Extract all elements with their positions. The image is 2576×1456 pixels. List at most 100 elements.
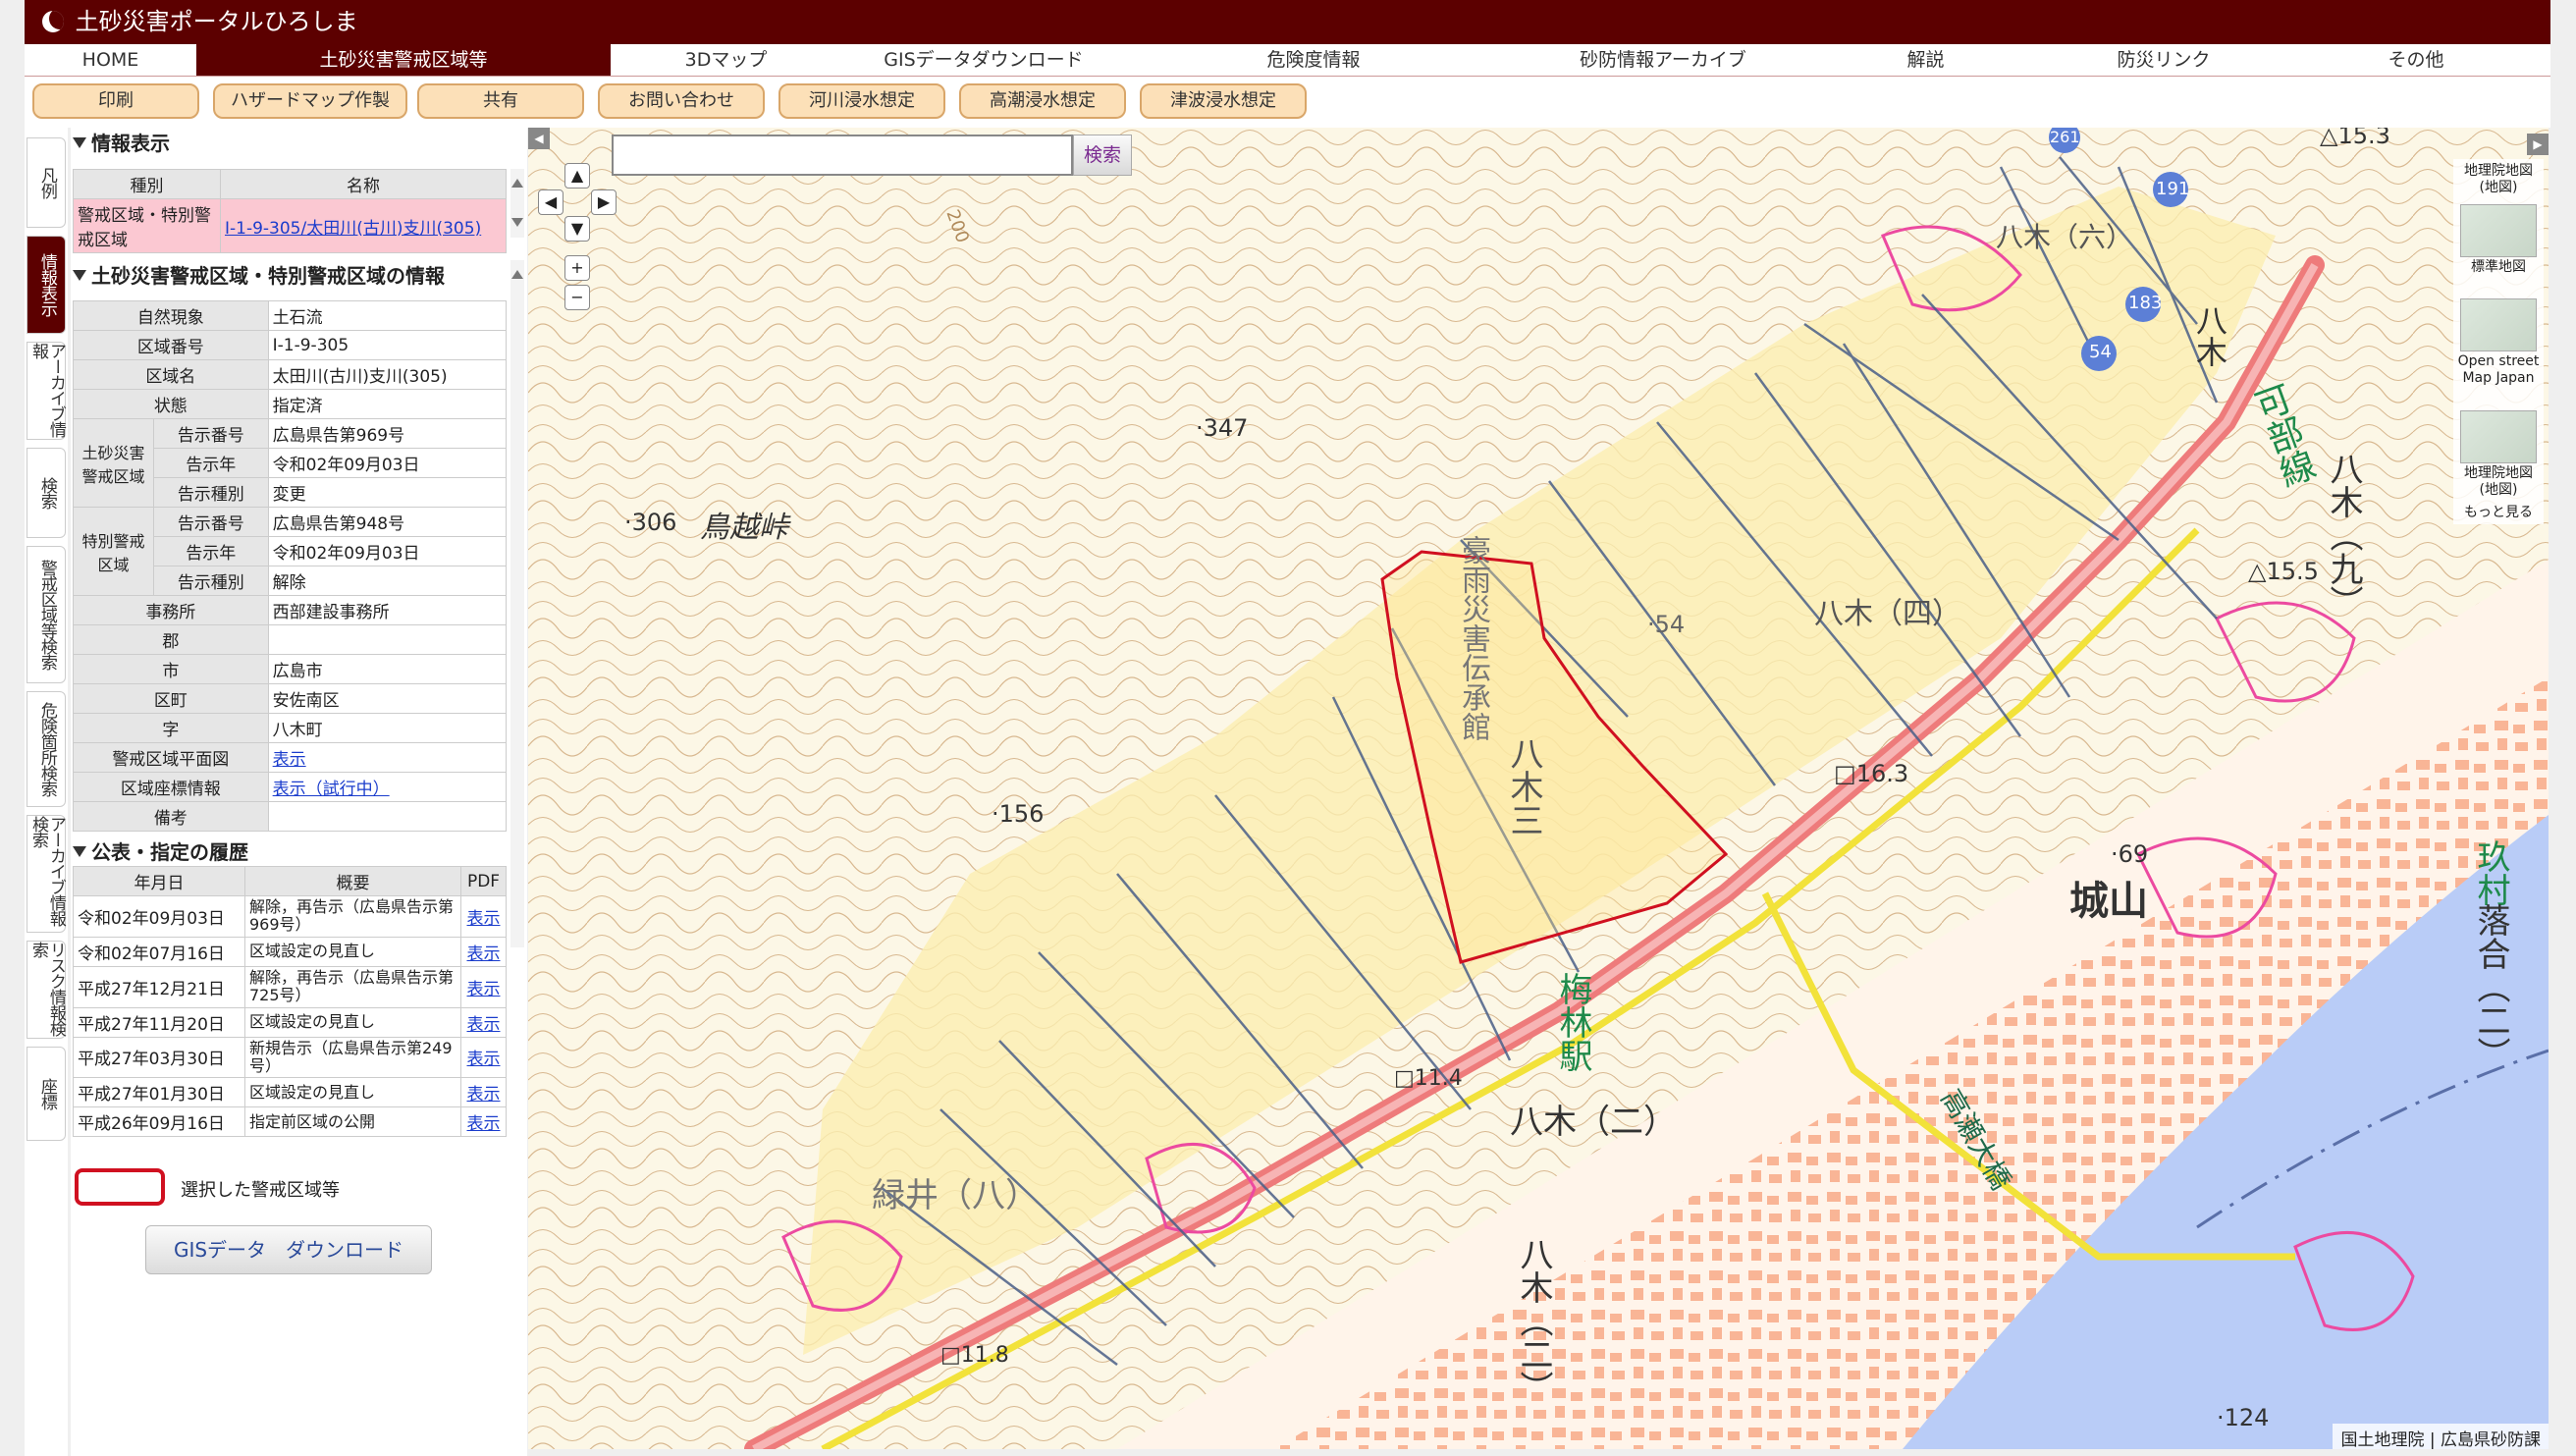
pass-label: 鳥越峠 — [700, 511, 788, 545]
history-pdf-link[interactable]: 表示 — [467, 1114, 501, 1134]
detail-section-title[interactable]: 土砂災害警戒区域・特別警戒区域の情報 — [73, 260, 445, 289]
history-date: 平成27年12月21日 — [73, 965, 245, 1008]
basemap-more[interactable]: もっと見る — [2457, 505, 2540, 521]
scrollbar[interactable] — [510, 169, 524, 238]
tab-archive-info[interactable]: アーカイブ情報 — [27, 342, 66, 440]
selected-area-swatch — [75, 1168, 165, 1206]
nav-gis-download[interactable]: GISデータダウンロード — [841, 44, 1126, 76]
basemap-standard[interactable]: 標準地図 — [2457, 202, 2540, 276]
elevation-306: ·306 — [624, 509, 677, 536]
table-row: 令和02年07月16日 区域設定の見直し 表示 — [73, 936, 507, 967]
history-date: 平成27年03月30日 — [73, 1036, 245, 1079]
table-row: 平成27年01月30日 区域設定の見直し 表示 — [73, 1077, 507, 1108]
route-54-label: 54 — [2089, 342, 2112, 362]
area-midorii-label: 緑井（八） — [872, 1176, 1039, 1215]
history-date: 令和02年09月03日 — [73, 895, 245, 938]
area-name-link[interactable]: Ⅰ-1-9-305/太田川(古川)支川(305) — [225, 219, 481, 239]
area-kumura-label: 玖村 — [2471, 839, 2510, 906]
area-yagi9-label: 八木（九） — [2324, 452, 2363, 619]
pan-up-button[interactable]: ▲ — [564, 163, 590, 189]
tab-coordinates[interactable]: 座標 — [27, 1047, 66, 1141]
history-pdf-link[interactable]: 表示 — [467, 1015, 501, 1035]
history-pdf-link[interactable]: 表示 — [467, 1050, 501, 1069]
plan-link[interactable]: 表示 — [273, 750, 306, 770]
history-pdf-link[interactable]: 表示 — [467, 944, 501, 964]
collapse-basemap-button[interactable]: ▶ — [2527, 134, 2549, 155]
memorial-label: 豪雨災害伝承館 — [1456, 535, 1490, 741]
scrollbar[interactable] — [510, 260, 524, 947]
storm-surge-button[interactable]: 高潮浸水想定 — [959, 83, 1126, 119]
info-section-title[interactable]: 情報表示 — [73, 128, 170, 156]
river-flood-button[interactable]: 河川浸水想定 — [778, 83, 945, 119]
nav-other[interactable]: その他 — [2301, 44, 2531, 76]
tab-info[interactable]: 情報表示 — [27, 236, 66, 334]
hazard-map-button[interactable]: ハザードマップ作製 — [213, 83, 407, 119]
table-row[interactable]: 警戒区域・特別警戒区域 Ⅰ-1-9-305/太田川(古川)支川(305) — [73, 198, 507, 253]
history-pdf-link[interactable]: 表示 — [467, 1085, 501, 1105]
nav-3d-map[interactable]: 3Dマップ — [611, 44, 841, 76]
app-title: 土砂災害ポータルひろしま — [75, 8, 358, 35]
nav-sediment-areas[interactable]: 土砂災害警戒区域等 — [196, 44, 611, 76]
map-view[interactable]: 191 183 54 261 200 鳥越峠 豪雨災害伝承館 梅林駅 城山 高瀬… — [528, 128, 2549, 1449]
pan-left-button[interactable]: ◀ — [538, 189, 564, 215]
table-row: 平成27年03月30日 新規告示（広島県告示第249号） 表示 — [73, 1036, 507, 1079]
page-gutter — [2549, 128, 2576, 1456]
history-section-title[interactable]: 公表・指定の履歴 — [73, 836, 248, 865]
print-button[interactable]: 印刷 — [32, 83, 199, 119]
history-table: 年月日 概要 PDF 令和02年09月03日 解除，再告示（広島県告示第969号） 表示… — [73, 866, 507, 1138]
pan-down-button[interactable]: ▼ — [564, 216, 590, 242]
zoom-in-button[interactable]: + — [564, 255, 590, 281]
collapse-panel-button[interactable]: ◀ — [528, 128, 550, 149]
gis-download-button[interactable]: GISデータ ダウンロード — [145, 1225, 432, 1274]
history-pdf-link[interactable]: 表示 — [467, 909, 501, 929]
tab-risk-search[interactable]: リスク情報検索 — [27, 941, 66, 1039]
history-date: 令和02年07月16日 — [73, 936, 245, 967]
detail-table: 自然現象 土石流 区域番号 Ⅰ-1-9-305 区域名 太田川(古川)支川(305) … — [73, 300, 508, 832]
elevation-11-4: □11.4 — [1394, 1066, 1463, 1091]
basemap-thumbnail — [2460, 410, 2537, 463]
share-button[interactable]: 共有 — [417, 83, 584, 119]
history-pdf-link[interactable]: 表示 — [467, 980, 501, 999]
nav-home[interactable]: HOME — [25, 44, 196, 76]
tsunami-button[interactable]: 津波浸水想定 — [1140, 83, 1307, 119]
station-label: 梅林駅 — [1553, 972, 1592, 1072]
area-yagi-b-label: 八木（二） — [1514, 1237, 1553, 1404]
nav-explanation[interactable]: 解説 — [1825, 44, 2026, 76]
logo-icon — [42, 11, 64, 32]
elevation-54: ·54 — [1647, 611, 1686, 638]
tab-danger-search[interactable]: 危険箇所検索 — [27, 691, 66, 807]
basemap-osm[interactable]: Open street Map Japan — [2457, 297, 2540, 387]
history-date: 平成27年01月30日 — [73, 1077, 245, 1108]
table-row: 令和02年09月03日 解除，再告示（広島県告示第969号） 表示 — [73, 895, 507, 938]
tab-legend[interactable]: 凡例 — [27, 137, 66, 228]
nav-archive[interactable]: 砂防情報アーカイブ — [1501, 44, 1825, 76]
elevation-347: ·347 — [1196, 414, 1249, 442]
pan-right-button[interactable]: ▶ — [591, 189, 617, 215]
elevation-16-3: □16.3 — [1834, 760, 1909, 787]
info-table: 種別 名称 警戒区域・特別警戒区域 Ⅰ-1-9-305/太田川(古川)支川(305) — [73, 169, 507, 253]
selected-area-legend: 選択した警戒区域等 — [181, 1180, 340, 1201]
basemap-gsi[interactable]: 地理院地図(地図) — [2457, 163, 2540, 196]
tab-area-search[interactable]: 警戒区域等検索 — [27, 546, 66, 683]
search-input[interactable] — [612, 135, 1073, 176]
map-attribution[interactable]: 国土地理院 | 広島県砂防課 — [2333, 1424, 2549, 1449]
area-yagi4-label: 八木（四） — [1814, 597, 1961, 631]
nav-links[interactable]: 防災リンク — [2026, 44, 2301, 76]
history-date: 平成26年09月16日 — [73, 1106, 245, 1138]
collapse-icon — [73, 846, 86, 857]
table-row: 平成26年09月16日 指定前区域の公開 表示 — [73, 1106, 507, 1138]
coord-link[interactable]: 表示（試行中） — [273, 780, 390, 799]
zoom-out-button[interactable]: − — [564, 285, 590, 310]
elevation-15-5: △15.5 — [2248, 558, 2319, 585]
history-desc: 解除，再告示（広島県告示第725号） — [244, 965, 461, 1008]
elevation-156: ·156 — [992, 800, 1045, 828]
contact-button[interactable]: お問い合わせ — [598, 83, 765, 119]
table-row: 平成27年11月20日 区域設定の見直し 表示 — [73, 1006, 507, 1038]
search-button[interactable]: 検索 — [1073, 135, 1132, 176]
tab-search[interactable]: 検索 — [27, 448, 66, 538]
nav-risk-info[interactable]: 危険度情報 — [1126, 44, 1501, 76]
tab-archive-search[interactable]: アーカイブ情報検索 — [27, 815, 66, 933]
basemap-gsi-2[interactable]: 地理院地図(地図) — [2457, 408, 2540, 499]
history-desc: 指定前区域の公開 — [244, 1106, 461, 1138]
basemap-thumbnail — [2460, 298, 2537, 351]
